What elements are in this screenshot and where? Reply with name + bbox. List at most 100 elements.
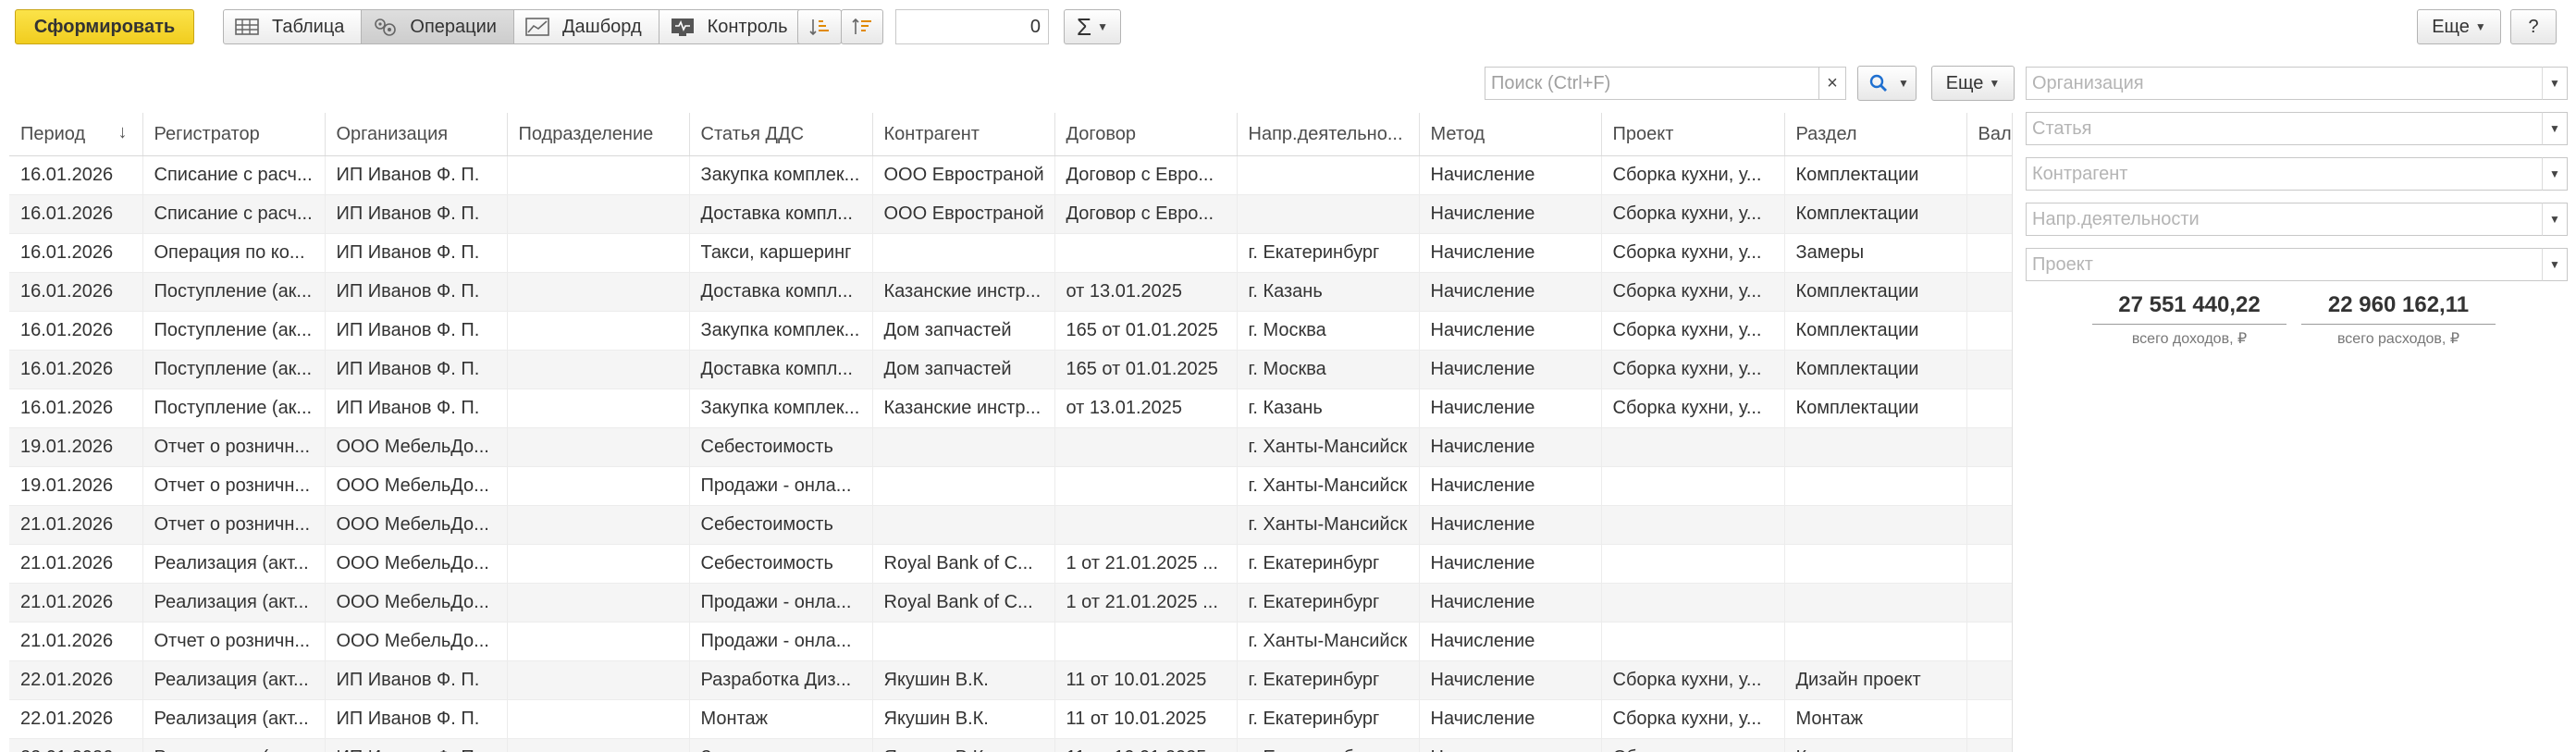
table-cell: Начисление [1419, 427, 1602, 467]
table-row[interactable]: 16.01.2026 Поступление (ак... ИП Иванов Ф.… [9, 311, 2012, 351]
table-row[interactable]: 16.01.2026 Списание с расч... ИП Иванов Ф.… [9, 194, 2012, 234]
chevron-down-icon[interactable]: ▼ [2542, 203, 2568, 236]
table-cell: Начисление [1419, 583, 1602, 623]
table-row[interactable]: 22.01.2026Реализация (акт...ИП Иванов Ф.… [9, 738, 2012, 752]
sort-descending-button[interactable] [841, 9, 883, 44]
table-body: 16.01.2026 Списание с расч... ИП Иванов Ф.… [9, 155, 2012, 752]
table-cell: г. Ханты-Мансийск [1237, 427, 1420, 467]
table-cell: 16.01.2026 [9, 272, 143, 312]
filter-counterparty[interactable]: Контрагент [2026, 157, 2544, 191]
filter-organization[interactable]: Организация [2026, 67, 2544, 100]
tab-control[interactable]: Контроль [658, 9, 806, 44]
column-header-period[interactable]: Период ↓ [9, 113, 143, 156]
column-header-organization[interactable]: Организация [325, 113, 508, 156]
table-cell [1966, 622, 2012, 661]
table-row[interactable]: 19.01.2026 Отчет о розничн... ООО МебельДо… [9, 466, 2012, 506]
table-cell [507, 505, 690, 545]
search-icon [1865, 72, 1892, 94]
table-cell: Монтаж [1784, 699, 1967, 739]
column-header-cashflow-item[interactable]: Статья ДДС [689, 113, 873, 156]
column-header-department[interactable]: Подразделение [507, 113, 690, 156]
table-cell: Списание с расч... [142, 155, 326, 195]
chevron-down-icon: ▼ [1898, 77, 1909, 90]
table-cell [1054, 505, 1238, 545]
filter-business-line[interactable]: Напр.деятельности [2026, 203, 2544, 236]
column-header-method[interactable]: Метод [1419, 113, 1602, 156]
table-row[interactable]: 16.01.2026 Операция по ко... ИП Иванов Ф. … [9, 233, 2012, 273]
form-report-button[interactable]: Сформировать [15, 9, 194, 44]
table-row[interactable]: 22.01.2026Реализация (акт...ИП Иванов Ф.… [9, 660, 2012, 700]
tab-table[interactable]: Таблица [223, 9, 363, 44]
search-more-button[interactable]: Еще ▼ [1931, 66, 2015, 101]
table-cell [1966, 466, 2012, 506]
table-cell: Разработка Диз... [689, 660, 873, 700]
column-header-contract[interactable]: Договор [1054, 113, 1238, 156]
more-menu-button[interactable]: Еще ▼ [2417, 9, 2501, 44]
column-header-currency[interactable]: Вал [1966, 113, 2012, 156]
table-row[interactable]: 16.01.2026 Поступление (ак... ИП Иванов Ф.… [9, 388, 2012, 428]
chevron-down-icon[interactable]: ▼ [2542, 248, 2568, 281]
table-cell [1601, 583, 1785, 623]
table-cell [872, 427, 1055, 467]
search-clear-button[interactable]: × [1818, 67, 1846, 100]
table-row[interactable]: 16.01.2026 Поступление (ак... ИП Иванов Ф.… [9, 272, 2012, 312]
sum-button[interactable]: Σ ▼ [1064, 9, 1121, 44]
table-cell: Реализация (акт... [142, 583, 326, 623]
column-header-business-line[interactable]: Напр.деятельно... [1237, 113, 1420, 156]
search-button[interactable]: ▼ [1857, 66, 1917, 101]
table-row[interactable]: 21.01.2026 Отчет о розничн... ООО МебельДо… [9, 505, 2012, 545]
table-cell [507, 544, 690, 584]
table-cell: г. Екатеринбург [1237, 738, 1420, 752]
table-cell [507, 194, 690, 234]
table-cell: ИП Иванов Ф. П. [325, 311, 508, 351]
table-cell [507, 699, 690, 739]
chevron-down-icon[interactable]: ▼ [2542, 67, 2568, 100]
column-header-registrar[interactable]: Регистратор [142, 113, 326, 156]
table-cell [1966, 699, 2012, 739]
table-cell: Закупка комплек... [689, 738, 873, 752]
table-cell: 11 от 10.01.2025 [1054, 660, 1238, 700]
table-row[interactable]: 21.01.2026 Реализация (акт... ООО МебельДо… [9, 544, 2012, 584]
table-row[interactable]: 22.01.2026Реализация (акт...ИП Иванов Ф.… [9, 699, 2012, 739]
help-button[interactable]: ? [2510, 9, 2557, 44]
table-cell: Якушин В.К. [872, 660, 1055, 700]
table-cell: Отчет о розничн... [142, 505, 326, 545]
filter-article[interactable]: Статья [2026, 112, 2544, 145]
table-row[interactable]: 19.01.2026 Отчет о розничн... ООО МебельДо… [9, 427, 2012, 467]
table-icon [233, 16, 261, 38]
table-cell [1966, 544, 2012, 584]
tab-dashboard[interactable]: Дашборд [512, 9, 659, 44]
chevron-down-icon[interactable]: ▼ [2542, 157, 2568, 191]
table-cell: ИП Иванов Ф. П. [325, 388, 508, 428]
tab-operations[interactable]: Операции [361, 9, 514, 44]
table-row[interactable]: 16.01.2026 Списание с расч... ИП Иванов Ф.… [9, 155, 2012, 195]
table-row[interactable]: 21.01.2026 Отчет о розничн... ООО МебельДо… [9, 622, 2012, 661]
table-row[interactable]: 21.01.2026 Реализация (акт... ООО МебельДо… [9, 583, 2012, 623]
numeric-field[interactable]: 0 [895, 9, 1049, 44]
table-cell: Якушин В.К. [872, 738, 1055, 752]
table-cell: Сборка кухни, у... [1601, 388, 1785, 428]
column-header-counterparty[interactable]: Контрагент [872, 113, 1055, 156]
column-header-section[interactable]: Раздел [1784, 113, 1967, 156]
table-cell: ООО МебельДо... [325, 583, 508, 623]
total-expense-value: 22 960 162,11 [2327, 292, 2470, 317]
table-cell: 21.01.2026 [9, 583, 143, 623]
sort-ascending-button[interactable] [797, 9, 842, 44]
table-cell: 165 от 01.01.2025 [1054, 311, 1238, 351]
table-cell: 16.01.2026 [9, 155, 143, 195]
table-cell [1601, 622, 1785, 661]
table-cell: Дом запчастей [872, 350, 1055, 389]
table-cell: Комплектации [1784, 311, 1967, 351]
table-cell: 16.01.2026 [9, 194, 143, 234]
search-input[interactable]: Поиск (Ctrl+F) [1485, 67, 1821, 100]
chevron-down-icon[interactable]: ▼ [2542, 112, 2568, 145]
table-row[interactable]: 16.01.2026 Поступление (ак... ИП Иванов Ф.… [9, 350, 2012, 389]
table-cell: Себестоимость [689, 544, 873, 584]
column-header-project[interactable]: Проект [1601, 113, 1785, 156]
table-cell: от 13.01.2025 [1054, 388, 1238, 428]
table-cell [1966, 311, 2012, 351]
filter-project[interactable]: Проект [2026, 248, 2544, 281]
table-cell: Начисление [1419, 544, 1602, 584]
close-icon: × [1827, 72, 1838, 93]
table-cell: 21.01.2026 [9, 505, 143, 545]
